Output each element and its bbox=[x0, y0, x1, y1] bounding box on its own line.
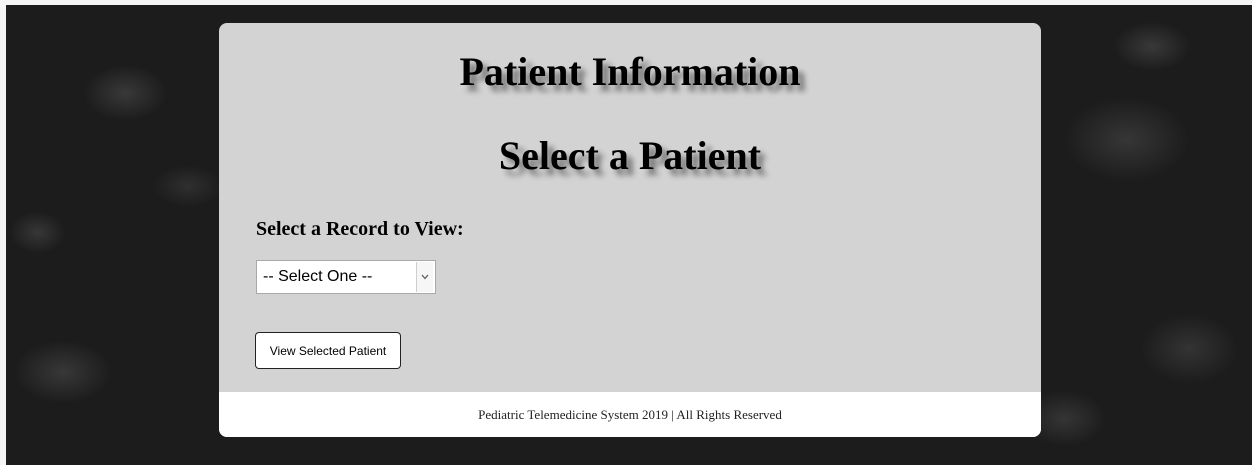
chevron-down-icon-svg bbox=[421, 274, 429, 280]
patient-select-value: -- Select One -- bbox=[263, 268, 373, 285]
footer-text: Pediatric Telemedicine System 2019 | All… bbox=[478, 406, 782, 422]
patient-select[interactable]: -- Select One -- bbox=[256, 260, 436, 294]
record-select-label: Select a Record to View: bbox=[256, 218, 464, 240]
view-selected-patient-button[interactable]: View Selected Patient bbox=[255, 332, 401, 369]
footer: Pediatric Telemedicine System 2019 | All… bbox=[219, 392, 1041, 437]
chevron-down-icon[interactable] bbox=[416, 262, 433, 292]
page-subtitle: Select a Patient bbox=[498, 133, 762, 178]
patient-card: Patient Information Select a Patient Sel… bbox=[219, 23, 1041, 437]
page-title: Patient Information bbox=[459, 49, 801, 94]
